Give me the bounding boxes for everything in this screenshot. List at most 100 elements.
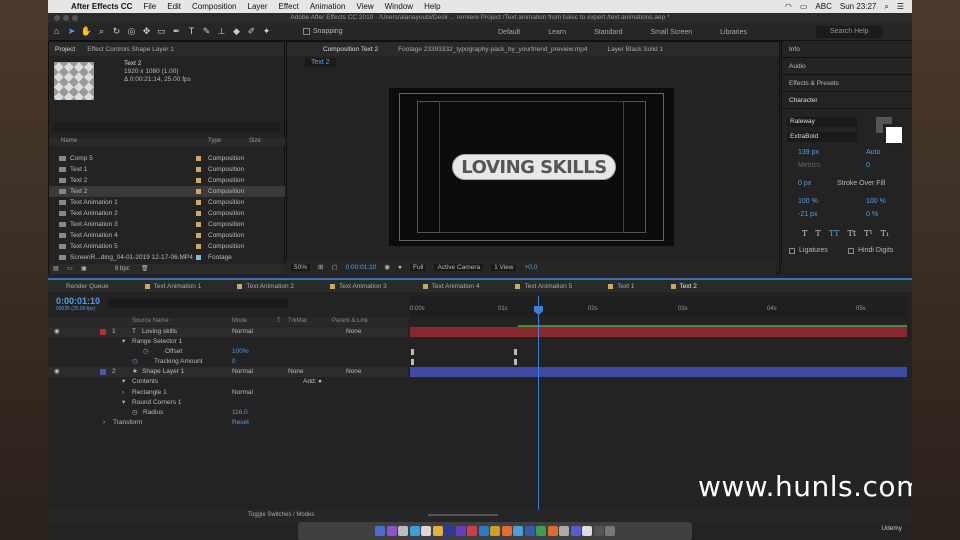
blend-mode-dropdown[interactable]: Normal: [232, 388, 253, 398]
stopwatch-icon[interactable]: ◷: [132, 408, 138, 418]
zoom-dot[interactable]: [72, 15, 78, 21]
property-row[interactable]: ▾ Contents Add: ●: [48, 377, 408, 387]
property-row[interactable]: ◷ Tracking Amount 0: [48, 357, 408, 367]
hindi-digits-checkbox[interactable]: [848, 247, 854, 254]
list-item-selected[interactable]: Text 2 Composition: [49, 186, 285, 197]
tsume-value[interactable]: 0 %: [866, 211, 878, 218]
trkmat-dropdown[interactable]: None: [288, 367, 304, 377]
baseline-shift-value[interactable]: -21 px: [798, 211, 817, 218]
firefox-icon[interactable]: [501, 526, 512, 536]
all-caps-icon[interactable]: TT: [829, 229, 840, 238]
label-swatch[interactable]: [196, 211, 201, 216]
col-source-name[interactable]: Source Name: [132, 318, 169, 324]
battery-icon[interactable]: ▭: [800, 2, 808, 11]
stopwatch-icon[interactable]: ◷: [143, 347, 149, 357]
tracking-amount-value[interactable]: 0: [232, 357, 236, 367]
folder-icon[interactable]: [593, 526, 604, 536]
preview-text[interactable]: LOVING SKILLS: [452, 154, 616, 180]
keyframe[interactable]: [514, 359, 517, 365]
app-icon[interactable]: [547, 526, 558, 536]
expand-arrow-icon[interactable]: ▾: [122, 377, 125, 387]
menu-help[interactable]: Help: [424, 2, 440, 11]
label-swatch[interactable]: [196, 178, 201, 183]
lightroom-icon[interactable]: [513, 526, 523, 536]
col-parent[interactable]: Parent & Link: [332, 318, 368, 324]
current-time-indicator[interactable]: [538, 296, 539, 516]
new-comp-icon[interactable]: ▣: [81, 264, 87, 274]
tab-text-animation-3[interactable]: Text Animation 3: [312, 283, 405, 290]
list-item[interactable]: ScreenR...ding_04-01-2019 12-17-06.MP4 Fo…: [49, 252, 285, 263]
layer-name[interactable]: Loving skills: [142, 327, 177, 337]
blend-mode-dropdown[interactable]: Normal: [232, 367, 253, 377]
tab-text-animation-5[interactable]: Text Animation 5: [497, 283, 590, 290]
grid-icon[interactable]: ⊞: [318, 263, 323, 271]
tab-text-2[interactable]: Text 2: [653, 283, 715, 290]
snapshot-icon[interactable]: ◉: [384, 263, 390, 271]
wifi-icon[interactable]: ◠: [785, 2, 792, 11]
bpc-setting[interactable]: 8 bpc: [115, 264, 130, 274]
visibility-eye-icon[interactable]: ◉: [54, 327, 60, 337]
superscript-icon[interactable]: T¹: [864, 229, 873, 238]
tab-footage[interactable]: Footage 23393332_typography-pack_by_your…: [398, 46, 587, 53]
layer-2-bar[interactable]: [410, 367, 907, 377]
menu-list-icon[interactable]: ☰: [897, 2, 904, 11]
label-swatch[interactable]: [196, 255, 201, 260]
composition-viewer[interactable]: LOVING SKILLS: [388, 87, 675, 247]
illustrator-icon[interactable]: [490, 526, 500, 536]
tab-text-animation-4[interactable]: Text Animation 4: [405, 283, 498, 290]
preview-icon[interactable]: [582, 526, 592, 536]
layer-row[interactable]: ◉ 1 T Loving skills Normal None: [48, 327, 408, 337]
exposure-value[interactable]: +0,0: [524, 264, 537, 271]
after-effects-icon[interactable]: [455, 526, 466, 536]
character-panel-header[interactable]: Character: [782, 92, 912, 109]
col-name[interactable]: Name: [61, 138, 77, 144]
finder-icon[interactable]: [375, 526, 385, 536]
stroke-color-swatch[interactable]: [883, 124, 905, 146]
time-ruler[interactable]: 0:00s 01s 02s 03s 04s 05s: [410, 296, 907, 318]
tab-project[interactable]: Project: [55, 46, 75, 53]
property-row[interactable]: › Transform Reset: [48, 418, 408, 428]
spotlight-icon[interactable]: ⌕: [884, 2, 888, 12]
type-tool-icon[interactable]: T: [185, 25, 198, 38]
home-icon[interactable]: ⌂: [50, 25, 63, 38]
launchpad-icon[interactable]: [398, 526, 408, 536]
menu-window[interactable]: Window: [385, 2, 413, 11]
list-item[interactable]: Text Animation 4 Composition: [49, 230, 285, 241]
col-trkmat[interactable]: TrkMat: [288, 318, 306, 324]
layer-label-swatch[interactable]: [100, 369, 106, 375]
label-swatch[interactable]: [196, 222, 201, 227]
add-property-icon[interactable]: ●: [318, 377, 322, 387]
workspace-default[interactable]: Default: [498, 29, 520, 36]
zoom-slider[interactable]: [428, 514, 498, 516]
menu-view[interactable]: View: [356, 2, 373, 11]
app-menu[interactable]: After Effects CC: [71, 2, 132, 11]
font-style-dropdown[interactable]: ExtraBold: [787, 132, 857, 142]
snapping-checkbox[interactable]: [303, 28, 310, 35]
zoom-tool-icon[interactable]: ⌕: [95, 25, 108, 38]
info-panel-header[interactable]: Info: [782, 41, 912, 58]
tab-text-animation-1[interactable]: Text Animation 1: [127, 283, 220, 290]
property-row[interactable]: ▾ Range Selector 1: [48, 337, 408, 347]
font-family-dropdown[interactable]: Raleway: [787, 117, 857, 127]
label-swatch[interactable]: [196, 156, 201, 161]
expand-arrow-icon[interactable]: ▾: [122, 337, 125, 347]
subscript-icon[interactable]: T₁: [881, 229, 890, 238]
list-item[interactable]: Text Animation 5 Composition: [49, 241, 285, 252]
small-caps-icon[interactable]: Tt: [848, 229, 857, 238]
camera-tool-icon[interactable]: ◎: [125, 25, 138, 38]
new-folder-icon[interactable]: ▭: [67, 264, 73, 274]
blend-mode-dropdown[interactable]: Normal: [232, 327, 253, 337]
toggle-switches-modes[interactable]: Toggle Switches / Modes: [248, 512, 314, 518]
workspace-learn[interactable]: Learn: [548, 29, 566, 36]
font-size-value[interactable]: 139 px: [798, 149, 819, 156]
layer-row[interactable]: ◉ 2 ★ Shape Layer 1 Normal None None: [48, 367, 408, 377]
brush-tool-icon[interactable]: ✎: [200, 25, 213, 38]
menu-layer[interactable]: Layer: [248, 2, 268, 11]
tab-render-queue[interactable]: Render Queue: [48, 283, 127, 290]
siri-icon[interactable]: [386, 526, 397, 536]
camera-dropdown[interactable]: Active Camera: [434, 263, 484, 271]
music-icon[interactable]: [467, 526, 477, 536]
kerning-value[interactable]: Metrics: [798, 162, 821, 169]
pan-behind-icon[interactable]: ✥: [140, 25, 153, 38]
list-item[interactable]: Comp 5 Composition: [49, 153, 285, 164]
